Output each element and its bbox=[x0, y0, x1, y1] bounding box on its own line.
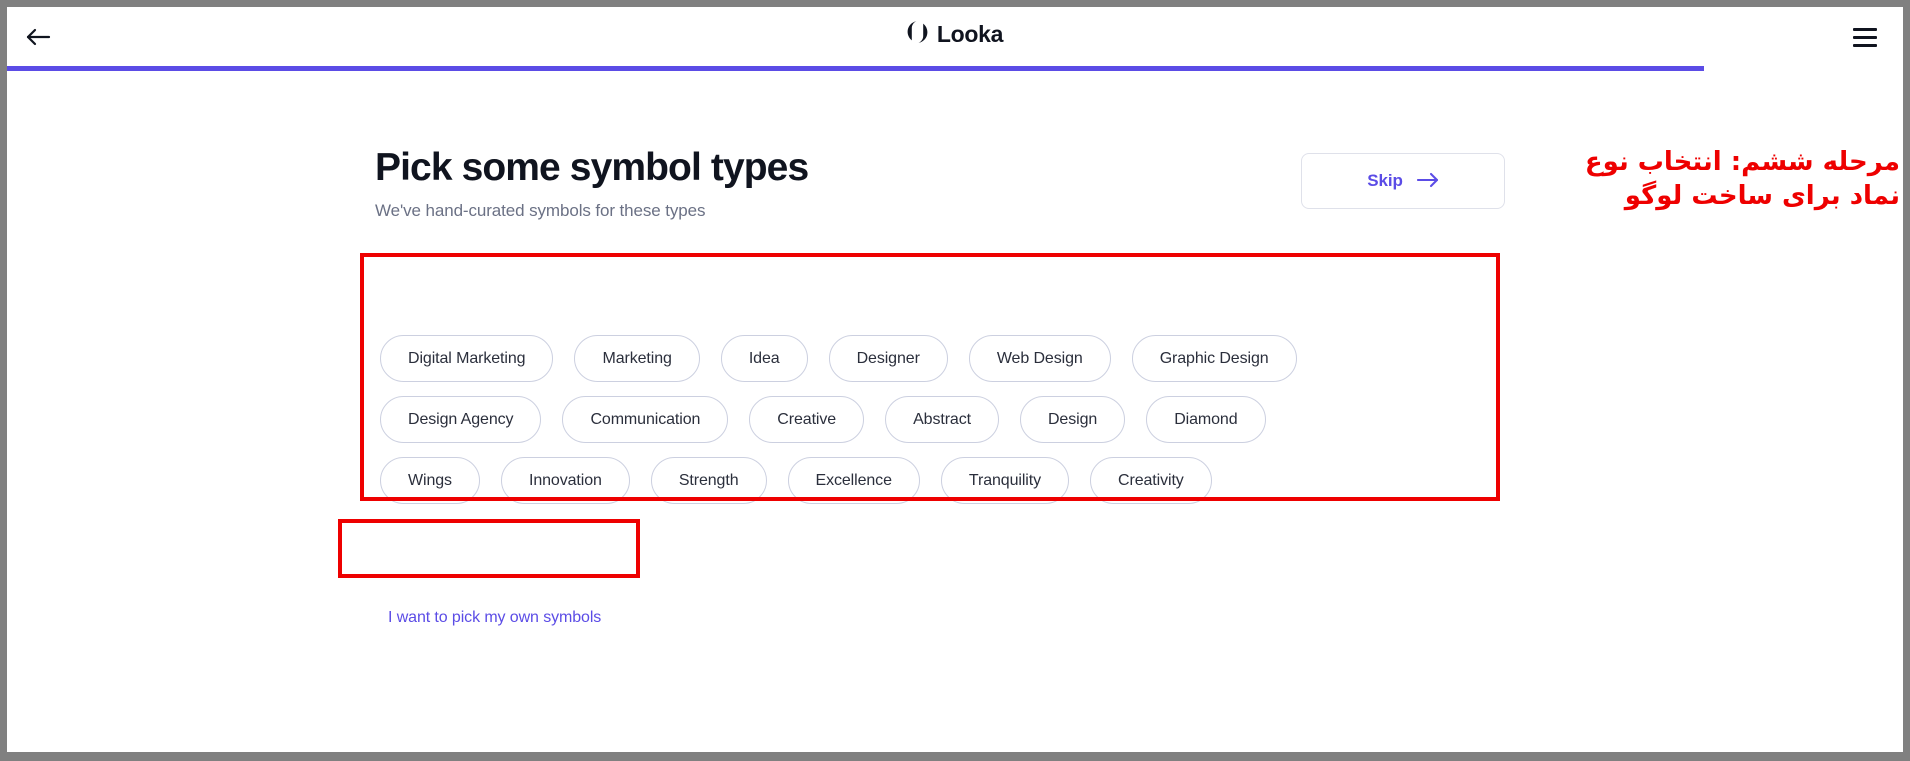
chip-designer[interactable]: Designer bbox=[829, 335, 948, 382]
skip-button[interactable]: Skip bbox=[1301, 153, 1505, 209]
chip-graphic-design[interactable]: Graphic Design bbox=[1132, 335, 1297, 382]
chip-marketing[interactable]: Marketing bbox=[574, 335, 699, 382]
page-heading-group: Pick some symbol types We've hand-curate… bbox=[375, 146, 808, 221]
top-navigation-bar: Looka bbox=[7, 7, 1903, 66]
brand-name-text: Looka bbox=[937, 23, 1003, 46]
chip-design-agency[interactable]: Design Agency bbox=[380, 396, 541, 443]
chip-wings[interactable]: Wings bbox=[380, 457, 480, 504]
brand-logo[interactable]: Looka bbox=[7, 20, 1903, 49]
chip-excellence[interactable]: Excellence bbox=[788, 457, 920, 504]
chip-row-2: Design Agency Communication Creative Abs… bbox=[380, 396, 1500, 443]
chip-web-design[interactable]: Web Design bbox=[969, 335, 1111, 382]
chip-tranquility[interactable]: Tranquility bbox=[941, 457, 1069, 504]
chip-digital-marketing[interactable]: Digital Marketing bbox=[380, 335, 553, 382]
page-header-row: Pick some symbol types We've hand-curate… bbox=[375, 146, 1505, 221]
chip-diamond[interactable]: Diamond bbox=[1146, 396, 1265, 443]
chip-innovation[interactable]: Innovation bbox=[501, 457, 630, 504]
chip-creativity[interactable]: Creativity bbox=[1090, 457, 1212, 504]
pick-own-symbols-link[interactable]: I want to pick my own symbols bbox=[388, 609, 601, 627]
chip-strength[interactable]: Strength bbox=[651, 457, 767, 504]
chip-abstract[interactable]: Abstract bbox=[885, 396, 999, 443]
symbol-type-chip-group: Digital Marketing Marketing Idea Designe… bbox=[380, 335, 1500, 518]
skip-button-label: Skip bbox=[1367, 171, 1403, 191]
looka-logo-mark-icon bbox=[907, 20, 928, 49]
menu-bar-2 bbox=[1853, 36, 1877, 39]
application-window: Looka Pick some symbol types We've hand-… bbox=[7, 7, 1903, 752]
chip-row-3: Wings Innovation Strength Excellence Tra… bbox=[380, 457, 1500, 504]
menu-bar-3 bbox=[1853, 44, 1877, 47]
screenshot-viewport: Looka Pick some symbol types We've hand-… bbox=[0, 0, 1910, 761]
page-subtitle: We've hand-curated symbols for these typ… bbox=[375, 201, 808, 221]
chip-row-1: Digital Marketing Marketing Idea Designe… bbox=[380, 335, 1500, 382]
arrow-right-icon bbox=[1417, 172, 1439, 191]
menu-bar-1 bbox=[1853, 28, 1877, 31]
chip-communication[interactable]: Communication bbox=[562, 396, 728, 443]
chip-design[interactable]: Design bbox=[1020, 396, 1125, 443]
chip-idea[interactable]: Idea bbox=[721, 335, 808, 382]
page-title: Pick some symbol types bbox=[375, 146, 808, 190]
hamburger-menu-icon[interactable] bbox=[1845, 17, 1885, 57]
annotation-text-line-1: مرحله ششم: انتخاب نوع bbox=[1570, 145, 1900, 179]
chip-creative[interactable]: Creative bbox=[749, 396, 864, 443]
annotation-text-line-2: نماد برای ساخت لوگو bbox=[1570, 179, 1900, 213]
annotation-text: مرحله ششم: انتخاب نوع نماد برای ساخت لوگ… bbox=[1570, 145, 1900, 214]
